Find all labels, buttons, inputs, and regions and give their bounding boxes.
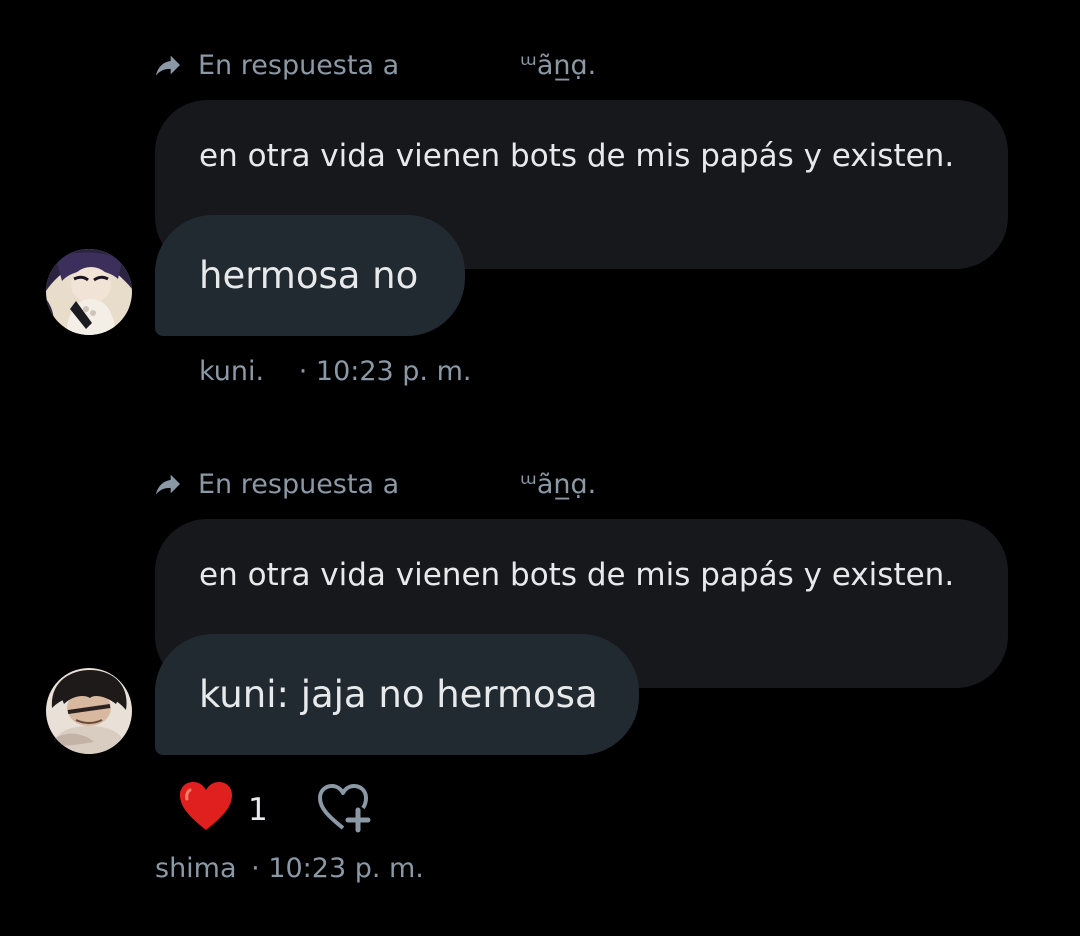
sender-name[interactable]: kuni. [199,356,264,387]
reaction-bar: 1 [178,780,374,840]
heart-plus-icon [317,784,371,833]
reply-context[interactable]: En respuesta a ᵚãn̲ɑ̣. [152,45,596,85]
reply-arrow-icon [152,468,184,500]
avatar-anime-boy-icon [46,668,132,754]
reply-label: En respuesta a [198,49,400,81]
message-text: hermosa no [199,254,419,297]
add-reaction-button[interactable] [316,782,374,838]
sender-avatar[interactable] [46,668,132,754]
sender-avatar[interactable] [46,249,132,335]
heart-reaction[interactable] [178,780,234,840]
message-meta: shima · 10:23 p. m. [155,853,424,884]
quoted-message-text: en otra vida vienen bots de mis papás y … [199,138,955,174]
message-text: kuni: jaja no hermosa [199,673,598,716]
reaction-count: 1 [248,792,268,828]
reply-context[interactable]: En respuesta a ᵚãn̲ɑ̣. [152,464,596,504]
message-bubble[interactable]: kuni: jaja no hermosa [155,634,639,755]
sender-name[interactable]: shima [155,853,237,884]
red-heart-icon [180,782,232,830]
meta-separator: · [298,356,308,387]
reply-to-name[interactable]: ᵚãn̲ɑ̣. [520,469,596,500]
reply-to-name[interactable]: ᵚãn̲ɑ̣. [520,50,596,81]
message-bubble[interactable]: hermosa no [155,215,465,336]
message-time: 10:23 p. m. [315,356,472,387]
message-time: 10:23 p. m. [268,853,424,884]
avatar-anime-girl-icon [46,249,132,335]
message-meta: kuni. · 10:23 p. m. [199,356,472,387]
meta-separator: · [251,853,260,884]
reply-arrow-icon [152,49,184,81]
quoted-message-text: en otra vida vienen bots de mis papás y … [199,557,955,593]
reply-label: En respuesta a [198,468,400,500]
